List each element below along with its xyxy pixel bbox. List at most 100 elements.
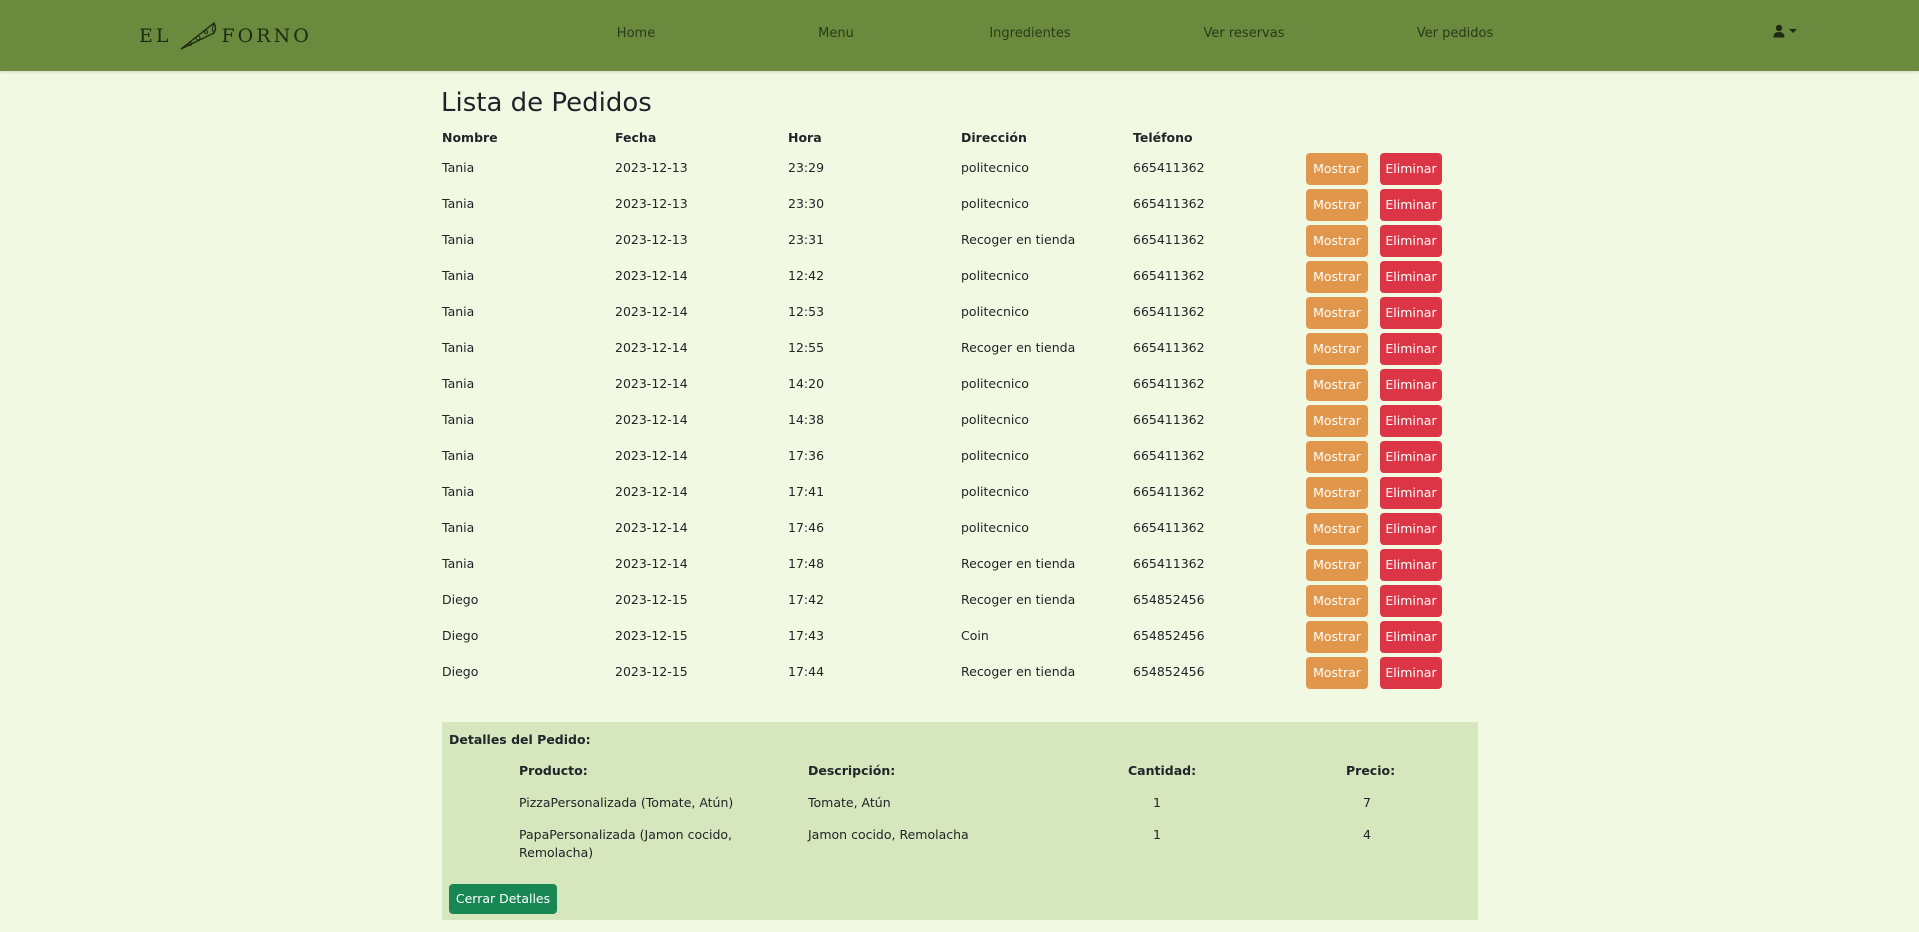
cell-direccion: Coin (961, 628, 989, 643)
cell-telefono: 665411362 (1133, 520, 1205, 535)
show-order-button[interactable]: Mostrar (1306, 333, 1368, 365)
cell-fecha: 2023-12-14 (615, 556, 688, 571)
cell-nombre: Diego (442, 628, 479, 643)
page-title: Lista de Pedidos (441, 88, 652, 118)
cell-telefono: 665411362 (1133, 160, 1205, 175)
cell-direccion: politecnico (961, 304, 1029, 319)
cell-telefono: 665411362 (1133, 556, 1205, 571)
nav-menu[interactable]: Menu (818, 26, 854, 41)
show-order-button[interactable]: Mostrar (1306, 477, 1368, 509)
delete-order-button[interactable]: Eliminar (1380, 477, 1442, 509)
nav-ingredientes[interactable]: Ingredientes (989, 26, 1070, 41)
cell-fecha: 2023-12-14 (615, 520, 688, 535)
cell-nombre: Tania (442, 340, 475, 355)
delete-order-button[interactable]: Eliminar (1380, 441, 1442, 473)
show-order-button[interactable]: Mostrar (1306, 225, 1368, 257)
cell-telefono: 654852456 (1133, 628, 1205, 643)
details-header-descripcion: Descripción: (808, 763, 896, 778)
show-order-button[interactable]: Mostrar (1306, 621, 1368, 653)
delete-order-button[interactable]: Eliminar (1380, 189, 1442, 221)
delete-order-button[interactable]: Eliminar (1380, 369, 1442, 401)
show-order-button[interactable]: Mostrar (1306, 261, 1368, 293)
table-row: Tania 2023-12-14 12:55 Recoger en tienda 665… (441, 330, 1481, 366)
delete-order-button[interactable]: Eliminar (1380, 261, 1442, 293)
cell-fecha: 2023-12-15 (615, 628, 688, 643)
cell-direccion: politecnico (961, 520, 1029, 535)
show-order-button[interactable]: Mostrar (1306, 189, 1368, 221)
table-row: Tania 2023-12-14 12:53 politecnico 665411362… (441, 294, 1481, 330)
nav-home[interactable]: Home (617, 26, 655, 41)
delete-order-button[interactable]: Eliminar (1380, 225, 1442, 257)
cell-hora: 14:38 (788, 412, 825, 427)
delete-order-button[interactable]: Eliminar (1380, 657, 1442, 689)
cell-direccion: politecnico (961, 448, 1029, 463)
delete-order-button[interactable]: Eliminar (1380, 585, 1442, 617)
table-row: Tania 2023-12-14 14:20 politecnico 665411362… (441, 366, 1481, 402)
cell-direccion: politecnico (961, 196, 1029, 211)
table-row: Tania 2023-12-14 17:46 politecnico 665411362… (441, 510, 1481, 546)
show-order-button[interactable]: Mostrar (1306, 513, 1368, 545)
show-order-button[interactable]: Mostrar (1306, 405, 1368, 437)
delete-order-button[interactable]: Eliminar (1380, 153, 1442, 185)
column-header-fecha: Fecha (615, 130, 657, 145)
details-header-cantidad: Cantidad: (1128, 763, 1197, 778)
show-order-button[interactable]: Mostrar (1306, 585, 1368, 617)
cell-hora: 17:36 (788, 448, 825, 463)
cell-direccion: politecnico (961, 376, 1029, 391)
details-header-producto: Producto: (519, 763, 588, 778)
cell-fecha: 2023-12-14 (615, 376, 688, 391)
cell-telefono: 665411362 (1133, 448, 1205, 463)
table-row: Tania 2023-12-13 23:31 Recoger en tienda 665… (441, 222, 1481, 258)
user-menu[interactable] (1773, 24, 1797, 38)
cell-hora: 12:42 (788, 268, 825, 283)
table-row: Diego 2023-12-15 17:44 Recoger en tienda 654… (441, 654, 1481, 690)
cell-fecha: 2023-12-14 (615, 268, 688, 283)
show-order-button[interactable]: Mostrar (1306, 369, 1368, 401)
table-row: Tania 2023-12-14 12:42 politecnico 665411362… (441, 258, 1481, 294)
cell-telefono: 665411362 (1133, 484, 1205, 499)
delete-order-button[interactable]: Eliminar (1380, 621, 1442, 653)
cell-fecha: 2023-12-14 (615, 340, 688, 355)
cell-hora: 17:46 (788, 520, 825, 535)
cell-hora: 17:43 (788, 628, 825, 643)
cell-fecha: 2023-12-15 (615, 664, 688, 679)
close-details-button[interactable]: Cerrar Detalles (449, 884, 557, 914)
show-order-button[interactable]: Mostrar (1306, 657, 1368, 689)
show-order-button[interactable]: Mostrar (1306, 549, 1368, 581)
order-details-panel: Detalles del Pedido: Producto: Descripci… (442, 722, 1478, 920)
show-order-button[interactable]: Mostrar (1306, 297, 1368, 329)
logo[interactable]: EL FORNO (139, 19, 312, 53)
cell-hora: 12:55 (788, 340, 825, 355)
cell-nombre: Tania (442, 304, 475, 319)
cell-nombre: Diego (442, 592, 479, 607)
show-order-button[interactable]: Mostrar (1306, 441, 1368, 473)
nav-ver-reservas[interactable]: Ver reservas (1204, 26, 1285, 41)
cell-hora: 17:48 (788, 556, 825, 571)
delete-order-button[interactable]: Eliminar (1380, 405, 1442, 437)
delete-order-button[interactable]: Eliminar (1380, 513, 1442, 545)
delete-order-button[interactable]: Eliminar (1380, 549, 1442, 581)
cell-direccion: politecnico (961, 160, 1029, 175)
caret-down-icon (1789, 29, 1797, 33)
cell-hora: 12:53 (788, 304, 825, 319)
delete-order-button[interactable]: Eliminar (1380, 333, 1442, 365)
cell-hora: 17:44 (788, 664, 825, 679)
show-order-button[interactable]: Mostrar (1306, 153, 1368, 185)
table-row: Diego 2023-12-15 17:43 Coin 654852456 Mostrar… (441, 618, 1481, 654)
cell-nombre: Tania (442, 268, 475, 283)
details-title: Detalles del Pedido: (449, 732, 591, 747)
cell-hora: 23:30 (788, 196, 825, 211)
cell-direccion: Recoger en tienda (961, 340, 1076, 355)
cell-fecha: 2023-12-14 (615, 484, 688, 499)
delete-order-button[interactable]: Eliminar (1380, 297, 1442, 329)
details-header-precio: Precio: (1346, 763, 1396, 778)
cell-nombre: Diego (442, 664, 479, 679)
details-item-precio: 4 (1363, 827, 1371, 842)
cell-direccion: politecnico (961, 268, 1029, 283)
cell-hora: 17:41 (788, 484, 825, 499)
cell-telefono: 654852456 (1133, 592, 1205, 607)
cell-hora: 23:29 (788, 160, 825, 175)
table-row: Tania 2023-12-14 17:48 Recoger en tienda 665… (441, 546, 1481, 582)
nav-ver-pedidos[interactable]: Ver pedidos (1417, 26, 1493, 41)
cell-fecha: 2023-12-14 (615, 304, 688, 319)
